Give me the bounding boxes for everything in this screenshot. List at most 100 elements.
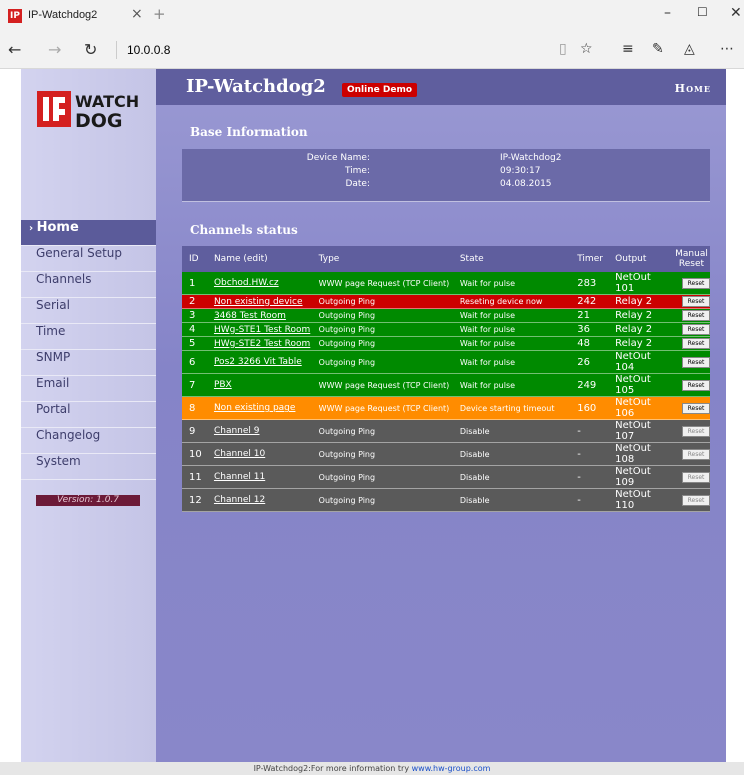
reset-button[interactable]: Reset — [682, 277, 710, 289]
table-cell: 1 — [182, 272, 207, 295]
online-demo-badge: Online Demo — [342, 83, 418, 97]
table-cell: HWg-STE2 Test Room — [206, 336, 312, 351]
web-note-icon[interactable]: ✎ — [652, 41, 664, 57]
reset-button[interactable]: Reset — [682, 296, 710, 307]
cell-id: 12 — [189, 494, 202, 506]
refresh-icon[interactable]: ↻ — [84, 40, 97, 59]
page-title: IP-Watchdog2 — [186, 76, 326, 97]
home-link[interactable]: Home — [675, 82, 711, 95]
window-close-icon[interactable]: ✕ — [730, 5, 742, 21]
cell-id: 8 — [189, 402, 196, 414]
reading-view-icon[interactable]: ▯ — [559, 41, 567, 57]
channel-name-link[interactable]: 3468 Test Room — [214, 311, 286, 321]
cell-timer: - — [577, 425, 581, 437]
channel-name-link[interactable]: Non existing device — [214, 297, 303, 307]
reset-button[interactable]: Reset — [682, 356, 710, 368]
cell-output: Relay 2 — [615, 338, 653, 349]
maximize-icon[interactable]: ☐ — [697, 5, 708, 19]
cell-type: Outgoing Ping — [318, 297, 376, 306]
cell-type: Outgoing Ping — [318, 311, 376, 320]
table-header-row: ID Name (edit) Type State Timer Output M… — [182, 246, 710, 272]
sidebar-item-general-setup[interactable]: General Setup — [21, 246, 156, 272]
table-cell: 12 — [182, 488, 207, 512]
table-row: 5 HWg-STE2 Test Room Outgoing Ping Wait for… — [182, 336, 710, 351]
channel-name-link[interactable]: HWg-STE1 Test Room — [214, 325, 310, 335]
cell-timer: 21 — [577, 310, 590, 321]
sidebar-item-snmp[interactable]: SNMP — [21, 350, 156, 376]
footer-link[interactable]: www.hw-group.com — [412, 764, 491, 773]
sidebar-item-serial[interactable]: Serial — [21, 298, 156, 324]
reset-button[interactable]: Reset — [682, 379, 710, 391]
forward-icon[interactable]: → — [48, 40, 61, 59]
cell-state: Disable — [459, 426, 490, 436]
channel-name-link[interactable]: Channel 10 — [214, 449, 265, 459]
col-manual-reset-header: Manual Reset — [673, 246, 710, 272]
col-output-header: Output — [608, 246, 673, 272]
channel-name-link[interactable]: Non existing page — [214, 403, 295, 413]
minimize-icon[interactable]: – — [664, 5, 671, 21]
share-icon[interactable]: ◬ — [684, 41, 695, 57]
table-row: 10 Channel 10 Outgoing Ping Disable - NetOut … — [182, 442, 710, 466]
table-cell: Relay 2 — [608, 322, 673, 337]
sidebar-item-system[interactable]: System — [21, 454, 156, 480]
url-field[interactable]: 10.0.0.8 — [127, 43, 170, 57]
favorite-star-icon[interactable]: ☆ — [580, 41, 593, 57]
channel-name-link[interactable]: PBX — [214, 380, 232, 390]
reset-button[interactable]: Reset — [682, 494, 710, 506]
cell-output: Relay 2 — [615, 310, 653, 321]
channel-name-link[interactable]: Channel 11 — [214, 472, 265, 482]
reset-button[interactable]: Reset — [682, 448, 710, 460]
logo-watch-text: WATCH — [75, 92, 139, 111]
back-icon[interactable]: ← — [8, 40, 21, 59]
table-cell: 6 — [182, 350, 207, 374]
sidebar-item-label: Time — [36, 324, 66, 338]
cell-state: Wait for pulse — [459, 325, 516, 334]
more-icon[interactable]: ⋯ — [720, 41, 734, 57]
reset-button[interactable]: Reset — [682, 402, 710, 414]
channel-name-link[interactable]: Channel 12 — [214, 495, 265, 505]
cell-timer: 283 — [577, 277, 597, 289]
cell-type: Outgoing Ping — [318, 357, 376, 367]
reset-button[interactable]: Reset — [682, 310, 710, 321]
table-cell: NetOut 108 — [608, 442, 673, 466]
channel-name-link[interactable]: Obchod.HW.cz — [214, 278, 279, 288]
table-cell: 5 — [182, 336, 207, 351]
cell-type: Outgoing Ping — [318, 339, 376, 348]
cell-output: NetOut 107 — [615, 420, 651, 442]
cell-state: Wait for pulse — [459, 380, 516, 390]
table-cell: Pos2 3266 Vit Table — [206, 350, 312, 374]
info-value: IP-Watchdog2 — [500, 153, 562, 163]
reset-button[interactable]: Reset — [682, 324, 710, 335]
reset-button[interactable]: Reset — [682, 338, 710, 349]
sidebar-item-changelog[interactable]: Changelog — [21, 428, 156, 454]
table-cell: Wait for pulse — [452, 336, 571, 351]
info-value: 04.08.2015 — [500, 179, 552, 189]
tab-title[interactable]: IP-Watchdog2 — [28, 9, 97, 21]
channel-name-link[interactable]: Pos2 3266 Vit Table — [214, 357, 302, 367]
table-cell: WWW page Request (TCP Client) — [311, 272, 453, 295]
cell-output: NetOut 105 — [615, 374, 651, 396]
cell-output: NetOut 104 — [615, 351, 651, 373]
sidebar-item-time[interactable]: Time — [21, 324, 156, 350]
table-cell: Channel 9 — [206, 419, 312, 443]
sidebar-item-home[interactable]: › Home — [21, 220, 156, 246]
reset-button[interactable]: Reset — [682, 471, 710, 483]
tab-close-icon[interactable]: × — [131, 6, 143, 22]
sidebar-item-label: Home — [36, 220, 79, 235]
reset-button[interactable]: Reset — [682, 425, 710, 437]
hub-icon[interactable]: ≡ — [622, 41, 634, 57]
table-cell: 160 — [570, 396, 609, 420]
table-cell: NetOut 110 — [608, 488, 673, 512]
table-cell: - — [570, 419, 609, 443]
sidebar-menu: › Home General Setup Channels Serial Time SNM… — [21, 220, 156, 480]
channel-name-link[interactable]: Channel 9 — [214, 426, 260, 436]
sidebar-item-channels[interactable]: Channels — [21, 272, 156, 298]
new-tab-icon[interactable]: + — [153, 5, 166, 23]
info-row-time: Time: 09:30:17 — [182, 166, 710, 179]
sidebar-item-email[interactable]: Email — [21, 376, 156, 402]
cell-type: WWW page Request (TCP Client) — [318, 278, 450, 288]
sidebar-item-portal[interactable]: Portal — [21, 402, 156, 428]
table-cell: Obchod.HW.cz — [206, 272, 312, 295]
cell-state: Disable — [459, 495, 490, 505]
channel-name-link[interactable]: HWg-STE2 Test Room — [214, 339, 310, 349]
